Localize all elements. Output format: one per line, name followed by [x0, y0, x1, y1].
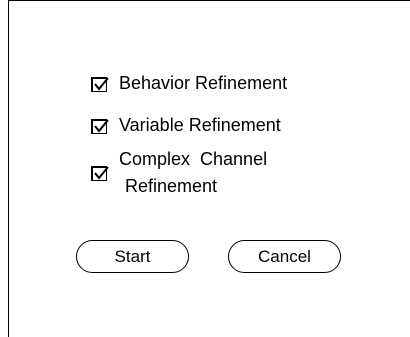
complex-channel-refinement-checkbox[interactable] [91, 166, 109, 181]
variable-refinement-checkbox[interactable] [91, 119, 109, 134]
checkmark-icon [94, 166, 109, 180]
dialog-panel: Behavior Refinement Variable Refinement … [8, 0, 410, 337]
checkmark-icon [94, 77, 109, 91]
cancel-button[interactable]: Cancel [228, 240, 341, 273]
complex-channel-label-line2: Refinement [125, 176, 218, 196]
checkmark-icon [94, 119, 109, 133]
start-button[interactable]: Start [76, 240, 189, 273]
variable-refinement-label: Variable Refinement [119, 115, 281, 135]
behavior-refinement-checkbox[interactable] [91, 77, 109, 92]
complex-channel-label-line1: Complex Channel [119, 149, 268, 169]
behavior-refinement-label: Behavior Refinement [119, 73, 288, 93]
